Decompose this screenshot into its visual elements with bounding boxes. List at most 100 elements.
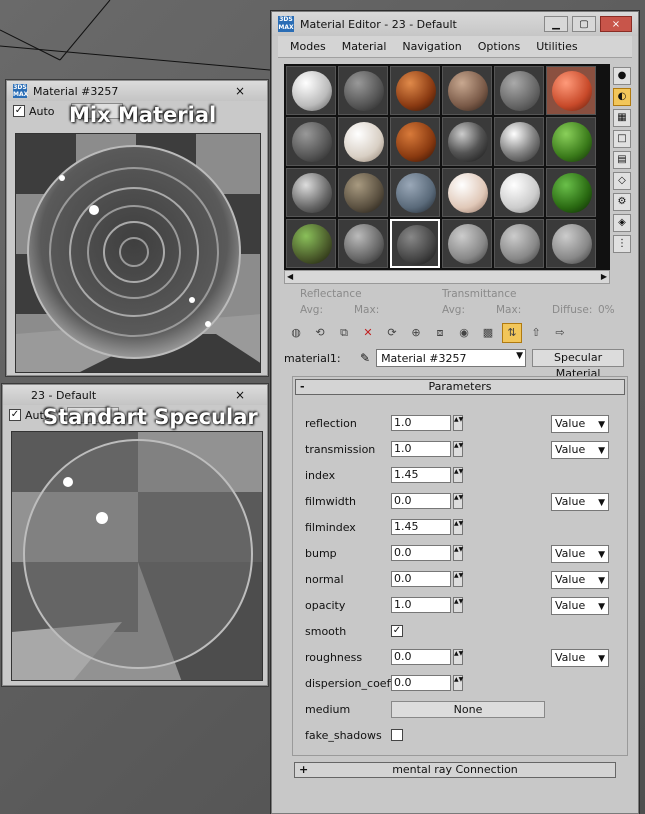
material-editor-window[interactable]: 3DS MAX Material Editor - 23 - Default ▁… bbox=[271, 11, 639, 814]
sample-slot[interactable] bbox=[338, 117, 388, 166]
roughness-spinner[interactable]: 0.0 bbox=[391, 649, 451, 665]
preview-titlebar[interactable]: 23 - Default × bbox=[3, 385, 267, 405]
auto-checkbox[interactable]: ✓ bbox=[13, 105, 25, 117]
reflection-map-select[interactable]: Value ▼ bbox=[551, 415, 609, 433]
uv-tiling-icon[interactable]: □ bbox=[613, 130, 631, 148]
slots-horizontal-scrollbar[interactable]: ◀ ▶ bbox=[284, 270, 610, 284]
eyedropper-icon[interactable]: ✎ bbox=[360, 351, 370, 365]
spinner-arrows-icon[interactable]: ▲▼ bbox=[453, 519, 463, 535]
material-id-icon[interactable]: ◉ bbox=[454, 323, 474, 343]
select-by-material-icon[interactable]: ◈ bbox=[613, 214, 631, 232]
spinner-arrows-icon[interactable]: ▲▼ bbox=[453, 597, 463, 613]
sample-slot[interactable] bbox=[494, 117, 544, 166]
close-button[interactable]: × bbox=[600, 16, 632, 32]
bump-map-select[interactable]: Value ▼ bbox=[551, 545, 609, 563]
auto-checkbox[interactable]: ✓ bbox=[9, 409, 21, 421]
index-spinner[interactable]: 1.45 bbox=[391, 467, 451, 483]
opacity-map-select[interactable]: Value ▼ bbox=[551, 597, 609, 615]
transmission-spinner[interactable]: 1.0 bbox=[391, 441, 451, 457]
sample-slot[interactable] bbox=[286, 117, 336, 166]
menu-options[interactable]: Options bbox=[470, 40, 528, 53]
sample-slot[interactable] bbox=[390, 66, 440, 115]
roughness-map-select[interactable]: Value ▼ bbox=[551, 649, 609, 667]
filmwidth-map-select[interactable]: Value ▼ bbox=[551, 493, 609, 511]
preview-window-mix[interactable]: 3DS MAX Material #3257 × ✓ Auto Mix Mate… bbox=[6, 80, 268, 376]
maximize-button[interactable]: ▢ bbox=[572, 16, 596, 32]
menu-navigation[interactable]: Navigation bbox=[394, 40, 469, 53]
sample-slot[interactable] bbox=[286, 219, 336, 268]
spinner-arrows-icon[interactable]: ▲▼ bbox=[453, 467, 463, 483]
background-icon[interactable]: ▦ bbox=[613, 109, 631, 127]
sample-slot[interactable] bbox=[390, 117, 440, 166]
filmwidth-spinner[interactable]: 0.0 bbox=[391, 493, 451, 509]
sample-slot[interactable] bbox=[442, 117, 492, 166]
go-to-parent-icon[interactable]: ⇧ bbox=[526, 323, 546, 343]
sample-slot[interactable] bbox=[338, 219, 388, 268]
spinner-arrows-icon[interactable]: ▲▼ bbox=[453, 649, 463, 665]
sample-slot[interactable] bbox=[390, 219, 440, 268]
make-unique-icon[interactable]: ⊕ bbox=[406, 323, 426, 343]
medium-map-button[interactable]: None bbox=[391, 700, 545, 718]
spinner-arrows-icon[interactable]: ▲▼ bbox=[453, 545, 463, 561]
make-preview-icon[interactable]: ◇ bbox=[613, 172, 631, 190]
sample-slot[interactable] bbox=[546, 219, 596, 268]
reflection-spinner[interactable]: 1.0 bbox=[391, 415, 451, 431]
minimize-button[interactable]: ▁ bbox=[544, 16, 568, 32]
scroll-left-icon[interactable]: ◀ bbox=[287, 272, 293, 281]
bump-spinner[interactable]: 0.0 bbox=[391, 545, 451, 561]
spinner-arrows-icon[interactable]: ▲▼ bbox=[453, 415, 463, 431]
preview-titlebar[interactable]: 3DS MAX Material #3257 × bbox=[7, 81, 267, 101]
fake-shadows-checkbox[interactable] bbox=[391, 729, 403, 741]
sample-slot[interactable] bbox=[546, 66, 596, 115]
sample-slot[interactable] bbox=[286, 66, 336, 115]
show-end-result-icon[interactable]: ⇅ bbox=[502, 323, 522, 343]
spinner-arrows-icon[interactable]: ▲▼ bbox=[453, 675, 463, 691]
put-to-library-icon[interactable]: ⧈ bbox=[430, 323, 450, 343]
sample-slot[interactable] bbox=[494, 168, 544, 217]
assign-to-selection-icon[interactable]: ⧉ bbox=[334, 323, 354, 343]
reset-map-icon[interactable]: ✕ bbox=[358, 323, 378, 343]
go-forward-icon[interactable]: ⇨ bbox=[550, 323, 570, 343]
video-color-check-icon[interactable]: ▤ bbox=[613, 151, 631, 169]
sample-slot[interactable] bbox=[494, 66, 544, 115]
spinner-arrows-icon[interactable]: ▲▼ bbox=[453, 493, 463, 509]
sample-slot[interactable] bbox=[546, 117, 596, 166]
smooth-checkbox[interactable]: ✓ bbox=[391, 625, 403, 637]
material-type-button[interactable]: Specular Material bbox=[532, 349, 625, 380]
editor-titlebar[interactable]: 3DS MAX Material Editor - 23 - Default ▁… bbox=[272, 12, 638, 36]
options-icon[interactable]: ⚙ bbox=[613, 193, 631, 211]
make-copy-icon[interactable]: ⟳ bbox=[382, 323, 402, 343]
sample-slot[interactable] bbox=[338, 66, 388, 115]
preview-window-standard[interactable]: 23 - Default × ✓ Auto Standart Specular bbox=[2, 384, 268, 686]
sample-slot[interactable] bbox=[442, 66, 492, 115]
transmission-map-select[interactable]: Value ▼ bbox=[551, 441, 609, 459]
backlight-icon[interactable]: ◐ bbox=[613, 88, 631, 106]
spinner-arrows-icon[interactable]: ▲▼ bbox=[453, 441, 463, 457]
menu-modes[interactable]: Modes bbox=[282, 40, 334, 53]
material-name-combo[interactable]: Material #3257 ▼ bbox=[376, 349, 527, 367]
scroll-right-icon[interactable]: ▶ bbox=[601, 272, 607, 281]
sample-slot[interactable] bbox=[338, 168, 388, 217]
spinner-arrows-icon[interactable]: ▲▼ bbox=[453, 571, 463, 587]
sample-slot[interactable] bbox=[286, 168, 336, 217]
menu-utilities[interactable]: Utilities bbox=[528, 40, 585, 53]
normal-map-select[interactable]: Value ▼ bbox=[551, 571, 609, 589]
material-navigator-icon[interactable]: ⋮ bbox=[613, 235, 631, 253]
opacity-spinner[interactable]: 1.0 bbox=[391, 597, 451, 613]
sample-slot[interactable] bbox=[390, 168, 440, 217]
show-in-viewport-icon[interactable]: ▩ bbox=[478, 323, 498, 343]
get-material-icon[interactable]: ◍ bbox=[286, 323, 306, 343]
sample-slot[interactable] bbox=[494, 219, 544, 268]
dispersion-spinner[interactable]: 0.0 bbox=[391, 675, 451, 691]
close-icon[interactable]: × bbox=[235, 388, 245, 402]
parameters-rollout-header[interactable]: - Parameters bbox=[295, 379, 625, 395]
menu-material[interactable]: Material bbox=[334, 40, 395, 53]
sample-slot[interactable] bbox=[442, 168, 492, 217]
put-to-scene-icon[interactable]: ⟲ bbox=[310, 323, 330, 343]
sample-type-icon[interactable]: ● bbox=[613, 67, 631, 85]
filmindex-spinner[interactable]: 1.45 bbox=[391, 519, 451, 535]
mental-ray-connection-rollout[interactable]: + mental ray Connection bbox=[294, 762, 616, 778]
sample-slot[interactable] bbox=[442, 219, 492, 268]
normal-spinner[interactable]: 0.0 bbox=[391, 571, 451, 587]
close-icon[interactable]: × bbox=[235, 84, 245, 98]
